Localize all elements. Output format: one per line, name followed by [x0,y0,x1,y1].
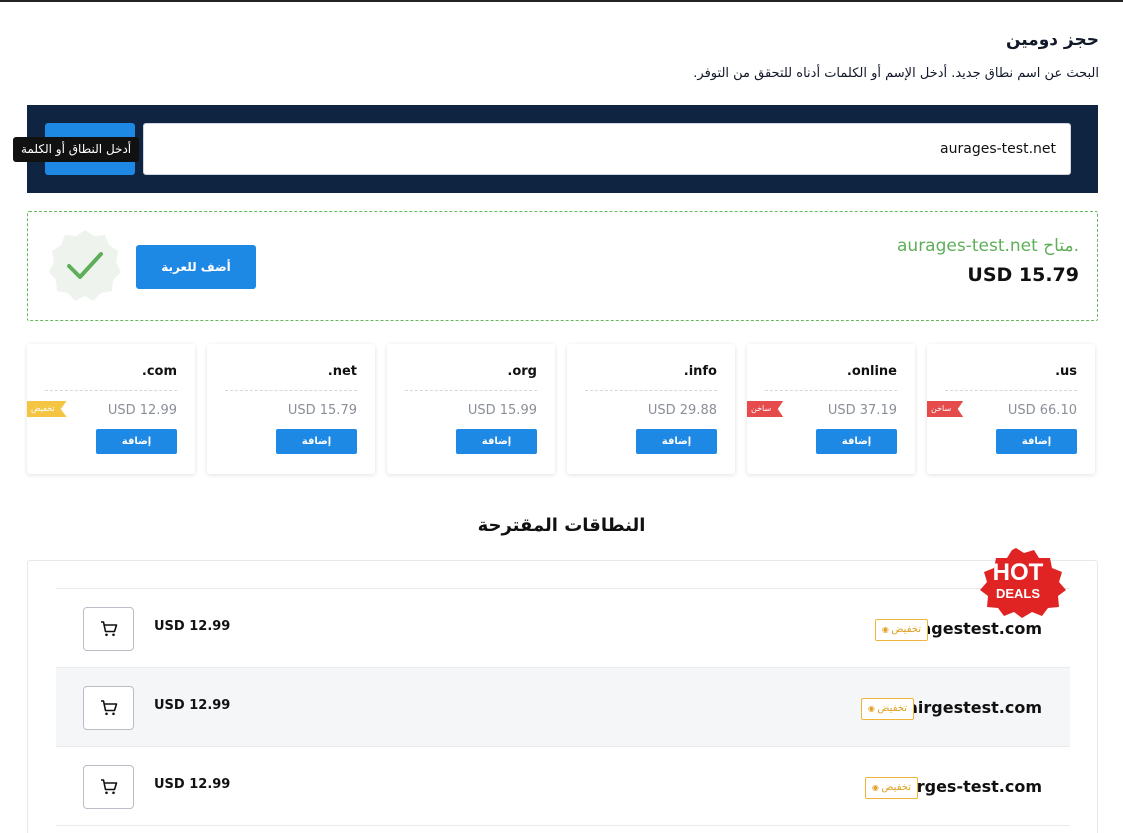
top-border [0,0,1123,2]
tld-price: USD 12.99 [107,403,177,418]
tld-name: .net [327,364,357,379]
suggestion-row: airgestest.com ◉ تخفيض USD 12.99 [56,667,1070,746]
suggestion-domain: airges-test.com [900,777,1042,796]
tld-card-info: .info USD 29.88 إضافة [567,344,735,474]
suggestion-row: airges-test.com ◉ تخفيض USD 12.99 [56,746,1070,825]
discount-badge: ◉ تخفيض [860,698,914,720]
tld-name: .org [507,364,537,379]
domain-search-input[interactable] [143,123,1071,175]
suggestion-price: USD 12.99 [154,698,231,713]
hot-deals-line1: HOT [993,559,1044,586]
hot-deals-badge: HOT DEALS [980,548,1066,618]
tld-name: .us [1055,364,1077,379]
add-tld-button[interactable]: إضافة [816,429,897,454]
suggestion-row [56,825,1070,833]
discount-badge-label: تخفيض [877,703,907,714]
availability-price: USD 15.79 [967,264,1079,286]
tld-price: USD 15.99 [467,403,537,418]
divider [585,390,717,391]
add-to-cart-button[interactable] [83,765,134,809]
tld-price: USD 29.88 [647,403,717,418]
tld-card-online: .online USD 37.19 ساخن إضافة [747,344,915,474]
tld-price: USD 37.19 [827,403,897,418]
page-title: حجز دومين [1005,30,1099,50]
divider [225,390,357,391]
add-tld-button[interactable]: إضافة [276,429,357,454]
check-icon [49,230,121,301]
divider [765,390,897,391]
page-subtitle: البحث عن اسم نطاق جديد. أدخل الإسم أو ال… [693,66,1099,81]
tld-name: .online [846,364,897,379]
cart-icon [100,621,117,637]
tag-icon: ◉ [867,704,878,713]
tld-price: USD 66.10 [1007,403,1077,418]
hot-ribbon: ساخن [927,401,964,417]
tld-card-us: .us USD 66.10 ساخن إضافة [927,344,1095,474]
cart-icon [100,779,117,795]
tld-card-org: .org USD 15.99 إضافة [387,344,555,474]
divider [405,390,537,391]
cart-icon [100,700,117,716]
discount-badge-label: تخفيض [881,782,911,793]
divider [45,390,177,391]
add-to-cart-button[interactable] [83,686,134,730]
add-tld-button[interactable]: إضافة [456,429,537,454]
tld-card-com: .com USD 12.99 تخفيض إضافة [27,344,195,474]
discount-badge: ◉ تخفيض [864,777,918,799]
suggestion-row: auragestest.com ◉ تخفيض USD 12.99 [56,588,1070,667]
domain-search-bar [27,105,1098,193]
discount-badge-label: تخفيض [891,624,921,635]
tld-card-net: .net USD 15.79 إضافة [207,344,375,474]
add-to-cart-button[interactable] [83,607,134,651]
suggestions-panel: auragestest.com ◉ تخفيض USD 12.99 airges… [27,560,1098,833]
add-tld-button[interactable]: إضافة [96,429,177,454]
tld-name: .info [683,364,717,379]
divider [945,390,1077,391]
availability-message: aurages-test.net متاح. [897,236,1079,256]
tld-price: USD 15.79 [287,403,357,418]
availability-result: aurages-test.net متاح. USD 15.79 أضف للع… [27,211,1098,321]
add-tld-button[interactable]: إضافة [996,429,1077,454]
add-to-cart-button[interactable]: أضف للعربة [136,245,256,289]
hot-deals-line2: DEALS [996,586,1040,601]
tag-icon: ◉ [871,783,882,792]
discount-badge: ◉ تخفيض [874,619,928,641]
tld-name: .com [141,364,177,379]
discount-ribbon: تخفيض [27,401,67,417]
add-tld-button[interactable]: إضافة [636,429,717,454]
search-tooltip: أدخل النطاق أو الكلمة [13,137,140,162]
suggestions-title: النطاقات المقترحة [477,515,646,536]
suggestion-domain: airgestest.com [907,698,1042,717]
suggestion-price: USD 12.99 [154,619,231,634]
suggestion-price: USD 12.99 [154,777,231,792]
hot-ribbon: ساخن [747,401,784,417]
tag-icon: ◉ [881,625,892,634]
